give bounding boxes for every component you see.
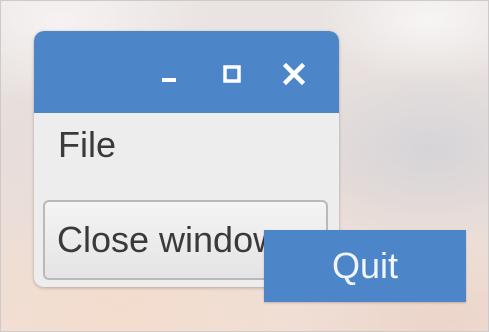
title-bar[interactable] xyxy=(34,31,339,113)
minimize-button[interactable] xyxy=(154,59,184,89)
menu-item-quit[interactable]: Quit xyxy=(264,230,466,302)
close-window-button[interactable] xyxy=(279,59,309,89)
maximize-icon xyxy=(223,65,241,83)
popup-menu: Quit xyxy=(264,230,466,302)
close-icon xyxy=(283,63,305,85)
desktop-background: File Close window Quit xyxy=(0,0,489,332)
menu-bar: File xyxy=(34,113,339,177)
menu-file[interactable]: File xyxy=(58,127,116,163)
maximize-button[interactable] xyxy=(217,59,247,89)
minimize-icon xyxy=(162,78,176,82)
